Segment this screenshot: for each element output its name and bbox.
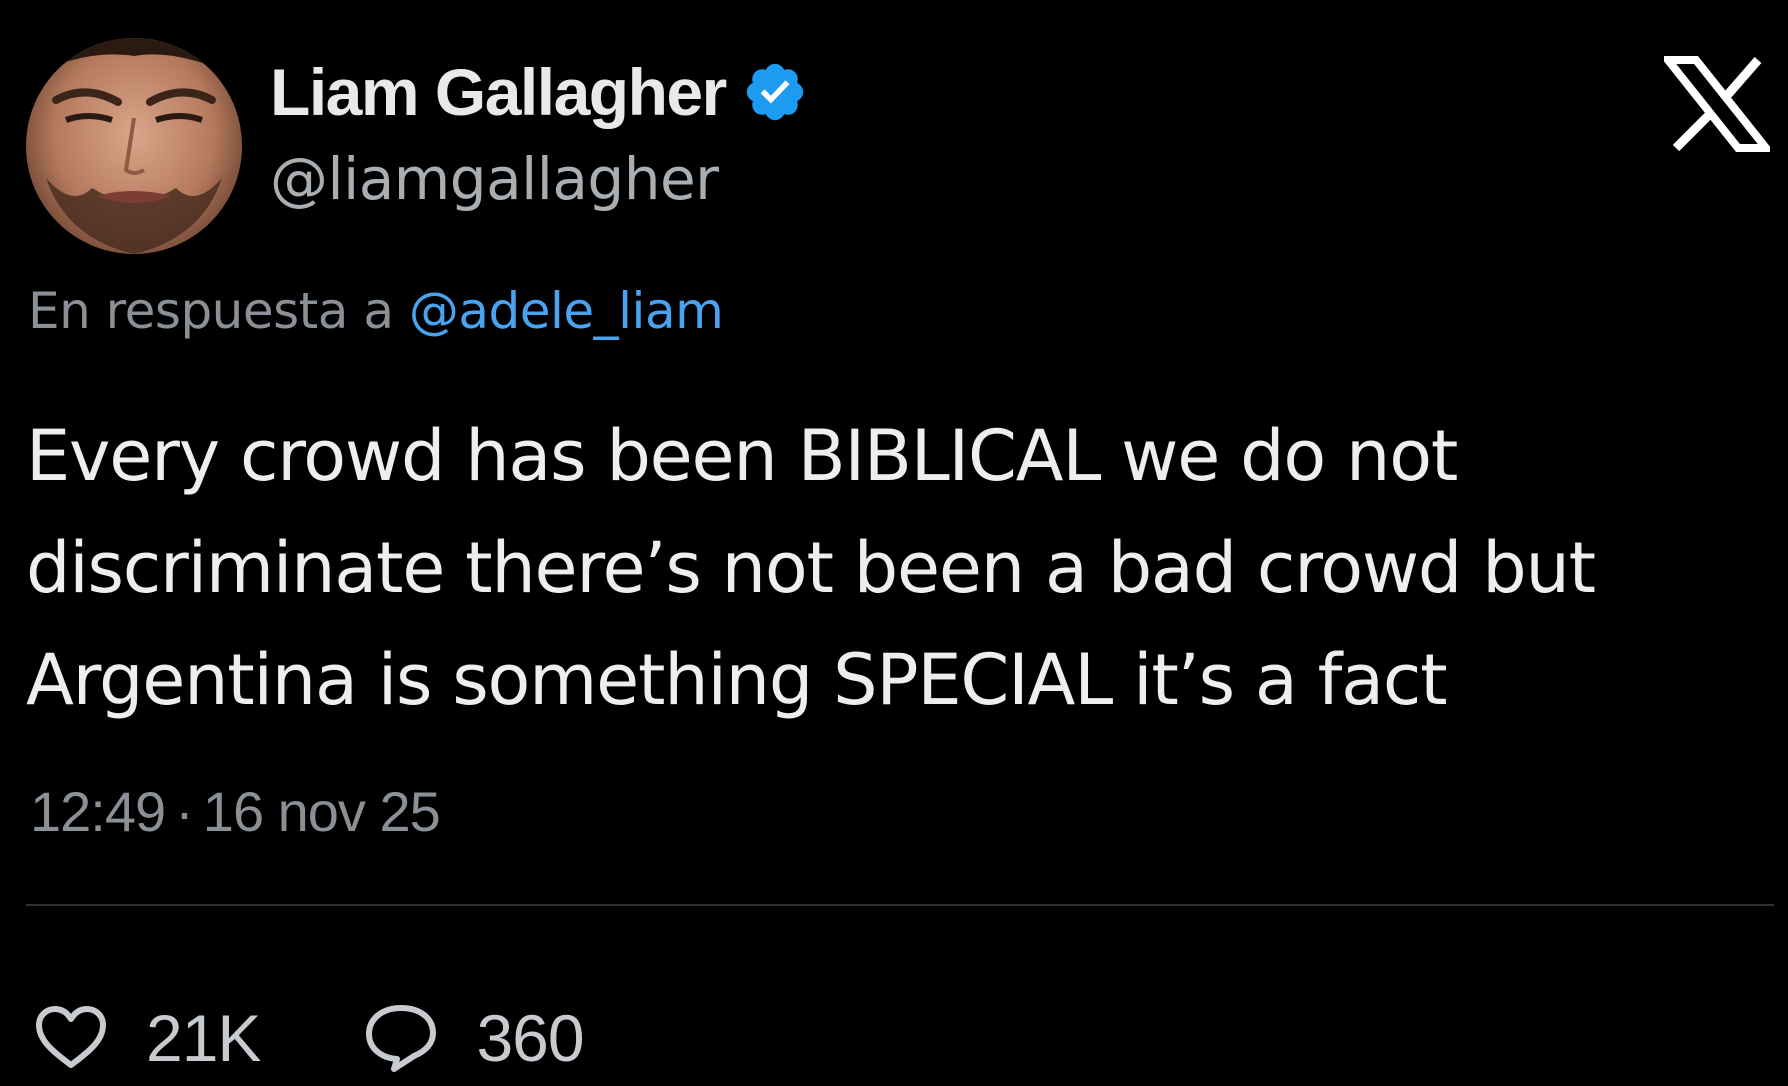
tweet-actions: 21K 360 xyxy=(34,998,585,1078)
timestamp-separator: · xyxy=(175,780,194,843)
reply-prefix: En respuesta a xyxy=(28,282,394,340)
reply-count: 360 xyxy=(476,1001,584,1075)
divider xyxy=(26,904,1774,906)
author-handle[interactable]: @liamgallagher xyxy=(270,150,719,208)
tweet-timestamp: 12:49 · 16 nov 25 xyxy=(30,784,441,840)
tweet-text-line: Every crowd has been BIBLICAL we do not xyxy=(26,415,1458,497)
avatar[interactable] xyxy=(26,38,242,254)
tweet-text-line: discriminate there’s not been a bad crow… xyxy=(26,527,1596,609)
reply-mention-link[interactable]: @adele_liam xyxy=(409,282,724,340)
x-logo-icon[interactable] xyxy=(1659,56,1775,152)
reply-button[interactable]: 360 xyxy=(364,1001,585,1075)
heart-icon xyxy=(36,1006,106,1068)
author-name-row: Liam Gallagher xyxy=(270,52,808,132)
tweet-card: Liam Gallagher @liamgallagher En respues… xyxy=(0,0,1788,1086)
like-button[interactable]: 21K xyxy=(34,1001,261,1075)
avatar-photo xyxy=(26,38,242,254)
tweet-time[interactable]: 12:49 xyxy=(30,780,166,843)
comment-bubble-icon xyxy=(366,1005,437,1072)
verified-badge-icon xyxy=(742,59,808,125)
reply-context: En respuesta a @adele_liam xyxy=(28,282,724,340)
tweet-text-line: Argentina is something SPECIAL it’s a fa… xyxy=(26,639,1448,721)
like-count: 21K xyxy=(146,1001,261,1075)
tweet-date[interactable]: 16 nov 25 xyxy=(203,780,441,843)
author-display-name[interactable]: Liam Gallagher xyxy=(270,59,727,125)
tweet-text: Every crowd has been BIBLICAL we do not … xyxy=(26,400,1766,736)
